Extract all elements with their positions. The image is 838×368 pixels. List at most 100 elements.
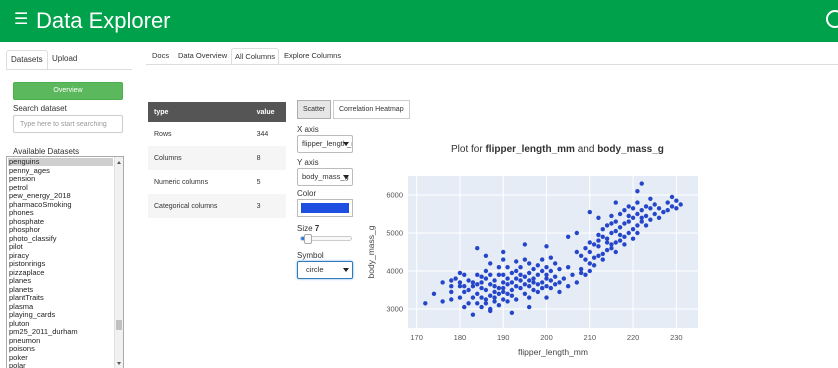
divider: [6, 69, 132, 70]
data-point: [604, 223, 610, 228]
scroll-down-icon[interactable]: [117, 362, 121, 365]
data-point: [552, 282, 558, 287]
x-axis-label: X axis: [297, 125, 319, 134]
data-point: [596, 238, 601, 243]
color-picker[interactable]: [297, 199, 353, 217]
tab-data-overview[interactable]: Data Overview: [175, 48, 230, 65]
data-point: [531, 287, 536, 293]
data-point: [548, 268, 554, 274]
data-point: [488, 308, 493, 314]
tab-docs[interactable]: Docs: [149, 48, 172, 65]
x-tick-label: 180: [454, 333, 467, 342]
data-point: [501, 297, 506, 302]
list-item[interactable]: playing_cards: [8, 311, 113, 319]
tab-explore-columns[interactable]: Explore Columns: [281, 48, 344, 65]
data-point: [479, 295, 484, 300]
y-tick-label: 3000: [386, 305, 403, 314]
list-item[interactable]: pension: [8, 175, 113, 183]
list-item[interactable]: pistonrings: [8, 260, 113, 268]
data-point: [462, 284, 467, 289]
x-tick-label: 170: [410, 333, 423, 342]
symbol-select[interactable]: circle: [297, 261, 353, 279]
tab-datasets[interactable]: Datasets: [6, 50, 48, 70]
data-point: [501, 272, 506, 277]
tab-all-columns[interactable]: All Columns: [231, 48, 280, 65]
data-point: [492, 299, 497, 304]
data-point: [665, 200, 670, 205]
data-point: [462, 289, 467, 295]
list-item[interactable]: penguins: [8, 158, 113, 166]
color-swatch: [301, 203, 349, 213]
plot-area: [408, 176, 698, 328]
data-point: [578, 253, 584, 258]
tab-upload[interactable]: Upload: [48, 50, 81, 70]
data-point: [496, 291, 502, 296]
list-item[interactable]: pm25_2011_durham: [8, 328, 113, 336]
data-point: [492, 284, 497, 289]
dataset-listbox[interactable]: penguins penny_ages pension petrol pew_energ…: [6, 156, 124, 368]
column-header: type: [148, 102, 251, 122]
tab-correlation-heatmap[interactable]: Correlation Heatmap: [333, 100, 410, 119]
caret-down-icon: [343, 175, 349, 179]
scatter-plot[interactable]: 170 180 190 200 210 220 230 3000 4000 5000 6000 fli…: [360, 170, 700, 360]
symbol-value: circle: [306, 265, 324, 274]
scroll-up-icon[interactable]: [117, 161, 121, 164]
data-point: [574, 249, 580, 255]
list-item[interactable]: photo_classify: [8, 234, 113, 243]
data-point: [661, 209, 666, 215]
data-point: [531, 276, 536, 281]
overview-button[interactable]: Overview: [13, 82, 123, 100]
user-circle-icon[interactable]: [826, 10, 838, 28]
data-point: [583, 246, 588, 251]
scrollbar-thumb[interactable]: [116, 320, 122, 330]
tab-scatter[interactable]: Scatter: [297, 100, 332, 119]
data-point: [539, 257, 545, 262]
data-point: [596, 215, 601, 220]
data-point: [630, 215, 636, 220]
data-point: [622, 208, 627, 213]
data-point: [440, 299, 445, 304]
data-point: [488, 272, 493, 277]
y-axis-select[interactable]: body_mass_g: [297, 168, 353, 186]
data-point: [514, 284, 519, 289]
app-title: Data Explorer: [36, 8, 171, 33]
data-point: [509, 287, 515, 293]
data-point: [479, 274, 484, 279]
scrollbar[interactable]: [114, 157, 123, 368]
data-point: [557, 280, 562, 285]
table-cell: 344: [256, 130, 269, 138]
data-point: [596, 244, 601, 249]
data-point: [514, 268, 519, 274]
data-point: [544, 276, 549, 281]
list-item[interactable]: poisons: [8, 345, 113, 353]
data-point: [613, 249, 618, 255]
list-item[interactable]: planes: [8, 277, 113, 285]
data-point: [626, 219, 631, 224]
data-point: [449, 284, 454, 289]
data-point: [526, 295, 532, 300]
data-point: [483, 276, 489, 281]
menu-icon[interactable]: ☰: [14, 12, 28, 28]
data-point: [522, 274, 528, 279]
data-point: [457, 280, 463, 285]
search-input[interactable]: [13, 115, 123, 133]
table-cell: 8: [250, 146, 286, 170]
data-point: [466, 278, 471, 283]
list-item[interactable]: plantTraits: [8, 294, 113, 302]
table-cell: 5: [256, 178, 261, 186]
data-point: [591, 255, 597, 260]
data-point: [514, 259, 519, 264]
list-item[interactable]: pew_energy_2018: [8, 192, 113, 200]
x-axis-select[interactable]: flipper_length_mm: [297, 135, 353, 153]
x-tick-label: 210: [584, 333, 597, 342]
data-point: [496, 265, 502, 270]
list-item[interactable]: phosphor: [8, 226, 113, 234]
data-point: [622, 221, 627, 226]
list-item[interactable]: polar: [8, 362, 113, 368]
list-item[interactable]: phones: [8, 209, 113, 217]
data-point: [496, 285, 502, 291]
list-item[interactable]: pilot: [8, 243, 113, 251]
data-point: [678, 202, 683, 207]
data-point: [656, 206, 662, 211]
size-slider-handle[interactable]: [304, 234, 312, 244]
